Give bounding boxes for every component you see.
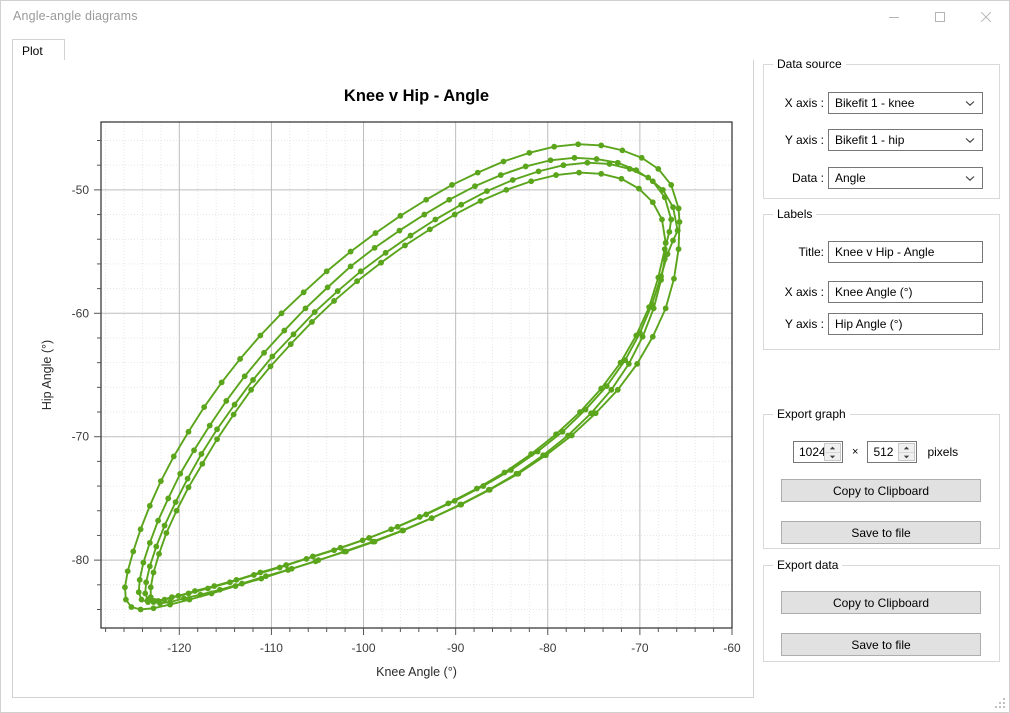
spin-down-icon[interactable] (825, 453, 840, 461)
x-axis-tick-labels: -120 -110 -100 -90 -80 -70 -60 (167, 641, 741, 655)
x-axis-source-value: Bikefit 1 - knee (829, 93, 914, 113)
chevron-down-icon (965, 100, 975, 107)
maximize-button[interactable] (917, 1, 963, 32)
export-data-save-label: Save to file (851, 638, 910, 652)
svg-text:-60: -60 (723, 641, 741, 655)
data-select-value: Angle (829, 168, 866, 188)
export-data-group: Export data Copy to Clipboard Save to fi… (763, 565, 1000, 662)
x-axis-label-field[interactable]: Knee Angle (°) (828, 281, 983, 303)
title-field[interactable]: Knee v Hip - Angle (828, 241, 983, 263)
svg-text:-70: -70 (631, 641, 649, 655)
labels-group-label: Labels (773, 207, 816, 221)
x-axis-label-field-label: X axis : (764, 285, 824, 299)
maximize-icon (934, 11, 946, 23)
chevron-down-icon (965, 137, 975, 144)
plot-background (101, 122, 732, 628)
export-data-copy-button[interactable]: Copy to Clipboard (781, 591, 981, 614)
y-axis-source-select[interactable]: Bikefit 1 - hip (828, 129, 983, 151)
plot-panel: Knee v Hip - Angle-120-110-100-90-80-70-… (12, 60, 754, 698)
tab-plot-label: Plot (22, 44, 43, 58)
export-width-spin-buttons[interactable] (824, 443, 841, 461)
svg-text:-80: -80 (72, 553, 90, 567)
dimension-separator: × (852, 446, 858, 458)
svg-text:-110: -110 (260, 641, 283, 655)
x-axis-title: Knee Angle (°) (376, 665, 457, 679)
export-graph-group: Export graph 1024 × (763, 414, 1000, 549)
export-height-spin-buttons[interactable] (898, 443, 915, 461)
export-data-save-button[interactable]: Save to file (781, 633, 981, 656)
data-select[interactable]: Angle (828, 167, 983, 189)
x-axis-label-field-value: Knee Angle (°) (829, 282, 913, 302)
export-data-copy-label: Copy to Clipboard (833, 596, 929, 610)
export-graph-copy-label: Copy to Clipboard (833, 484, 929, 498)
angle-angle-chart: Knee v Hip - Angle-120-110-100-90-80-70-… (13, 60, 753, 696)
tab-strip: Plot (12, 39, 754, 61)
close-button[interactable] (963, 1, 1009, 32)
export-graph-save-label: Save to file (851, 526, 910, 540)
svg-text:-120: -120 (167, 641, 191, 655)
spin-down-icon[interactable] (899, 453, 914, 461)
export-graph-group-label: Export graph (773, 407, 850, 421)
minimize-button[interactable] (871, 1, 917, 32)
close-icon (980, 11, 992, 23)
svg-text:-100: -100 (352, 641, 376, 655)
data-select-label: Data : (764, 171, 824, 185)
y-axis-title: Hip Angle (°) (40, 340, 54, 410)
y-axis-label-field-label: Y axis : (764, 317, 824, 331)
application-window: Angle-angle diagrams Plot (0, 0, 1010, 713)
chevron-down-icon (965, 175, 975, 182)
export-height-value: 512 (868, 442, 893, 462)
export-height-stepper[interactable]: 512 (867, 441, 917, 463)
export-graph-copy-button[interactable]: Copy to Clipboard (781, 479, 981, 502)
window-title: Angle-angle diagrams (13, 9, 138, 23)
svg-text:-90: -90 (447, 641, 465, 655)
settings-sidebar: Data source X axis : Bikefit 1 - knee Y … (763, 64, 1000, 662)
y-axis-label-field[interactable]: Hip Angle (°) (828, 313, 983, 335)
data-source-group-label: Data source (773, 57, 846, 71)
export-graph-save-button[interactable]: Save to file (781, 521, 981, 544)
title-bar: Angle-angle diagrams (1, 1, 1009, 32)
export-width-value: 1024 (794, 442, 826, 462)
export-data-group-label: Export data (773, 558, 842, 572)
title-field-value: Knee v Hip - Angle (829, 242, 934, 262)
y-axis-tick-labels: -50 -60 -70 -80 (72, 183, 90, 567)
tab-plot[interactable]: Plot (12, 39, 65, 61)
labels-group: Labels Title: Knee v Hip - Angle X axis … (763, 214, 1000, 350)
y-axis-label-field-value: Hip Angle (°) (829, 314, 903, 334)
title-field-label: Title: (764, 245, 824, 259)
y-axis-source-value: Bikefit 1 - hip (829, 130, 904, 150)
svg-text:-50: -50 (72, 183, 90, 197)
svg-text:-70: -70 (72, 430, 90, 444)
export-width-stepper[interactable]: 1024 (793, 441, 843, 463)
minimize-icon (888, 11, 900, 23)
chart-title: Knee v Hip - Angle (344, 87, 489, 105)
data-source-group: Data source X axis : Bikefit 1 - knee Y … (763, 64, 1000, 199)
svg-text:-60: -60 (72, 306, 90, 320)
svg-text:-80: -80 (539, 641, 557, 655)
resize-grip[interactable] (994, 697, 1006, 709)
x-axis-source-label: X axis : (764, 96, 824, 110)
x-axis-source-select[interactable]: Bikefit 1 - knee (828, 92, 983, 114)
window-controls (871, 1, 1009, 32)
pixels-label: pixels (927, 445, 958, 459)
spin-up-icon[interactable] (825, 444, 840, 452)
y-axis-source-label: Y axis : (764, 133, 824, 147)
spin-up-icon[interactable] (899, 444, 914, 452)
